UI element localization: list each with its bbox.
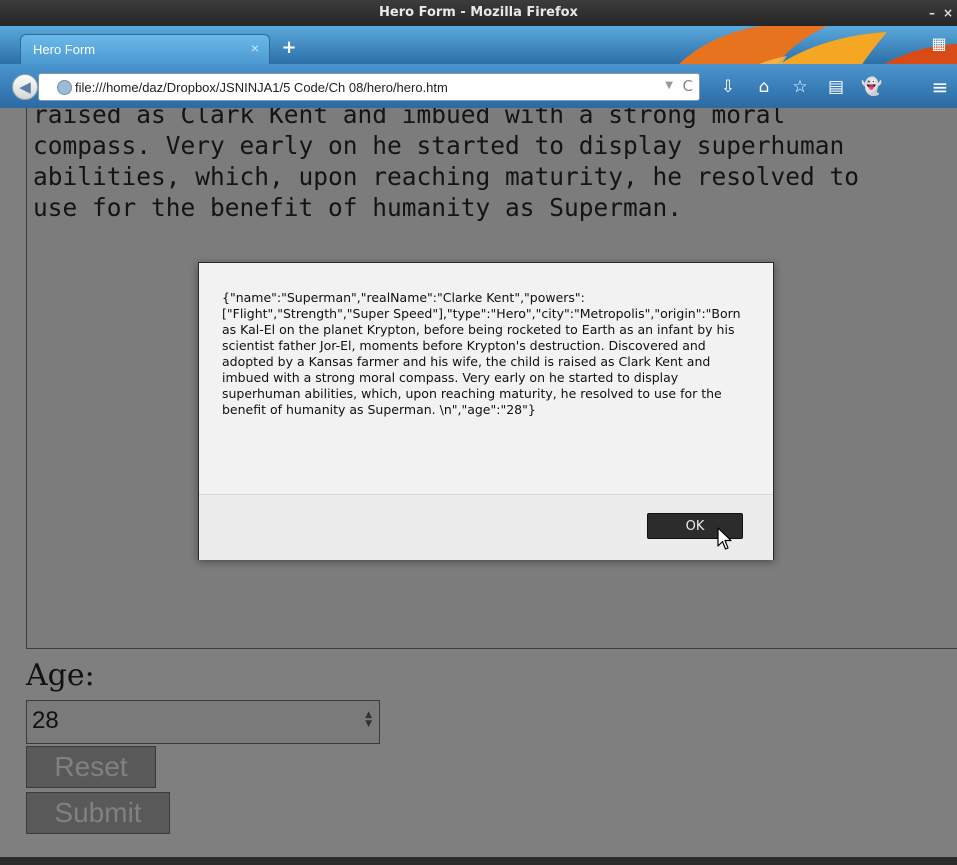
mouse-cursor-icon bbox=[717, 527, 732, 550]
reading-list-icon[interactable]: ▤ bbox=[818, 74, 854, 100]
window-titlebar: Hero Form - Mozilla Firefox – × bbox=[0, 0, 957, 26]
alert-dialog: {"name":"Superman","realName":"Clarke Ke… bbox=[198, 262, 774, 560]
url-dropdown-icon[interactable]: ▼ bbox=[665, 80, 673, 91]
close-window-icon[interactable]: × bbox=[943, 0, 953, 26]
window-bottom-edge bbox=[0, 857, 957, 865]
reload-icon[interactable]: C bbox=[683, 77, 693, 95]
navigation-toolbar: file:///home/daz/Dropbox/JSNINJA1/5 Code… bbox=[0, 64, 957, 108]
new-tab-button[interactable]: + bbox=[276, 36, 302, 60]
tab-strip: Hero Form × + bbox=[0, 26, 957, 64]
tab-close-icon[interactable]: × bbox=[251, 40, 259, 56]
tab-groups-icon[interactable]: ▦ bbox=[929, 35, 949, 53]
age-label: Age: bbox=[26, 658, 95, 693]
minimize-icon[interactable]: – bbox=[929, 0, 935, 26]
origin-textarea-text: raised as Clark Kent and imbued with a s… bbox=[33, 108, 860, 222]
toolbar-icons: ⇩ ⌂ ☆ ▤ 👻 bbox=[710, 74, 890, 100]
globe-icon bbox=[57, 80, 72, 95]
tab-label: Hero Form bbox=[33, 42, 96, 57]
tab-hero-form[interactable]: Hero Form × bbox=[20, 34, 270, 64]
alert-footer: OK bbox=[199, 494, 773, 560]
alert-message: {"name":"Superman","realName":"Clarke Ke… bbox=[222, 290, 741, 417]
url-text[interactable]: file:///home/daz/Dropbox/JSNINJA1/5 Code… bbox=[75, 80, 448, 95]
url-bar[interactable]: file:///home/daz/Dropbox/JSNINJA1/5 Code… bbox=[38, 73, 700, 101]
back-button[interactable]: ◀ bbox=[12, 74, 38, 100]
menu-icon[interactable]: ≡ bbox=[927, 74, 953, 100]
spinner-icon[interactable]: ▲ ▼ bbox=[365, 711, 372, 729]
submit-button[interactable]: Submit bbox=[26, 792, 170, 834]
window-title: Hero Form - Mozilla Firefox bbox=[379, 5, 578, 20]
age-input[interactable]: 28 ▲ ▼ bbox=[26, 700, 380, 744]
window-controls: – × bbox=[929, 0, 953, 26]
bookmark-star-icon[interactable]: ☆ bbox=[782, 74, 818, 100]
download-icon[interactable]: ⇩ bbox=[710, 74, 746, 100]
age-value: 28 bbox=[32, 707, 59, 734]
ghostery-icon[interactable]: 👻 bbox=[854, 74, 890, 100]
home-icon[interactable]: ⌂ bbox=[746, 74, 782, 100]
reset-button[interactable]: Reset bbox=[26, 746, 156, 788]
